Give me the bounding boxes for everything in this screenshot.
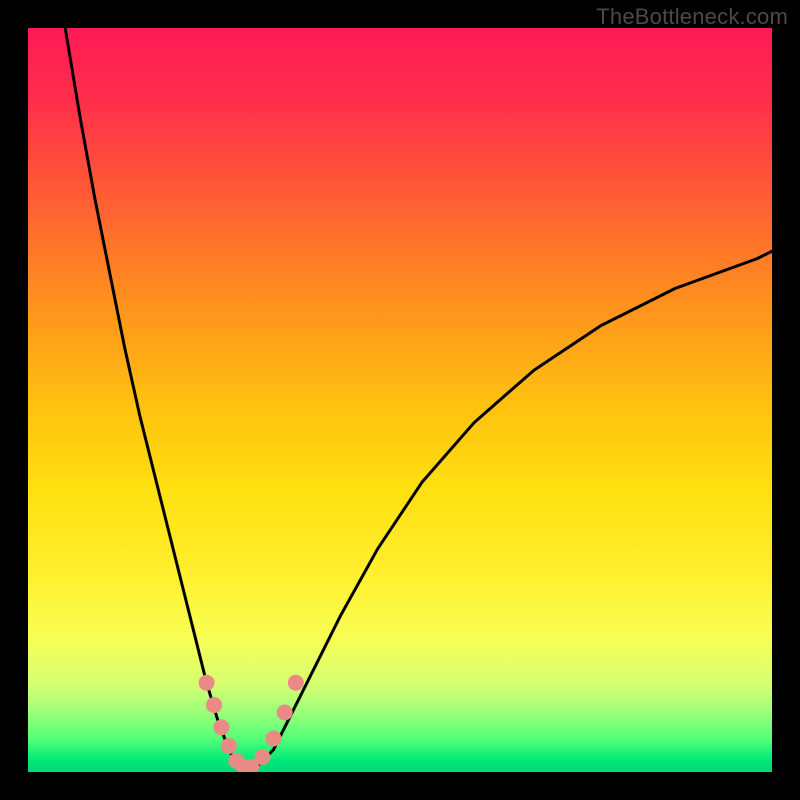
watermark-text: TheBottleneck.com [596,4,788,30]
gradient-background [28,28,772,772]
plot-area [28,28,772,772]
data-marker [277,704,293,720]
data-marker [199,675,215,691]
data-marker [213,719,229,735]
chart-svg [28,28,772,772]
data-marker [221,738,237,754]
data-marker [288,675,304,691]
data-marker [206,697,222,713]
data-marker [266,731,282,747]
data-marker [254,749,270,765]
chart-frame: TheBottleneck.com [0,0,800,800]
